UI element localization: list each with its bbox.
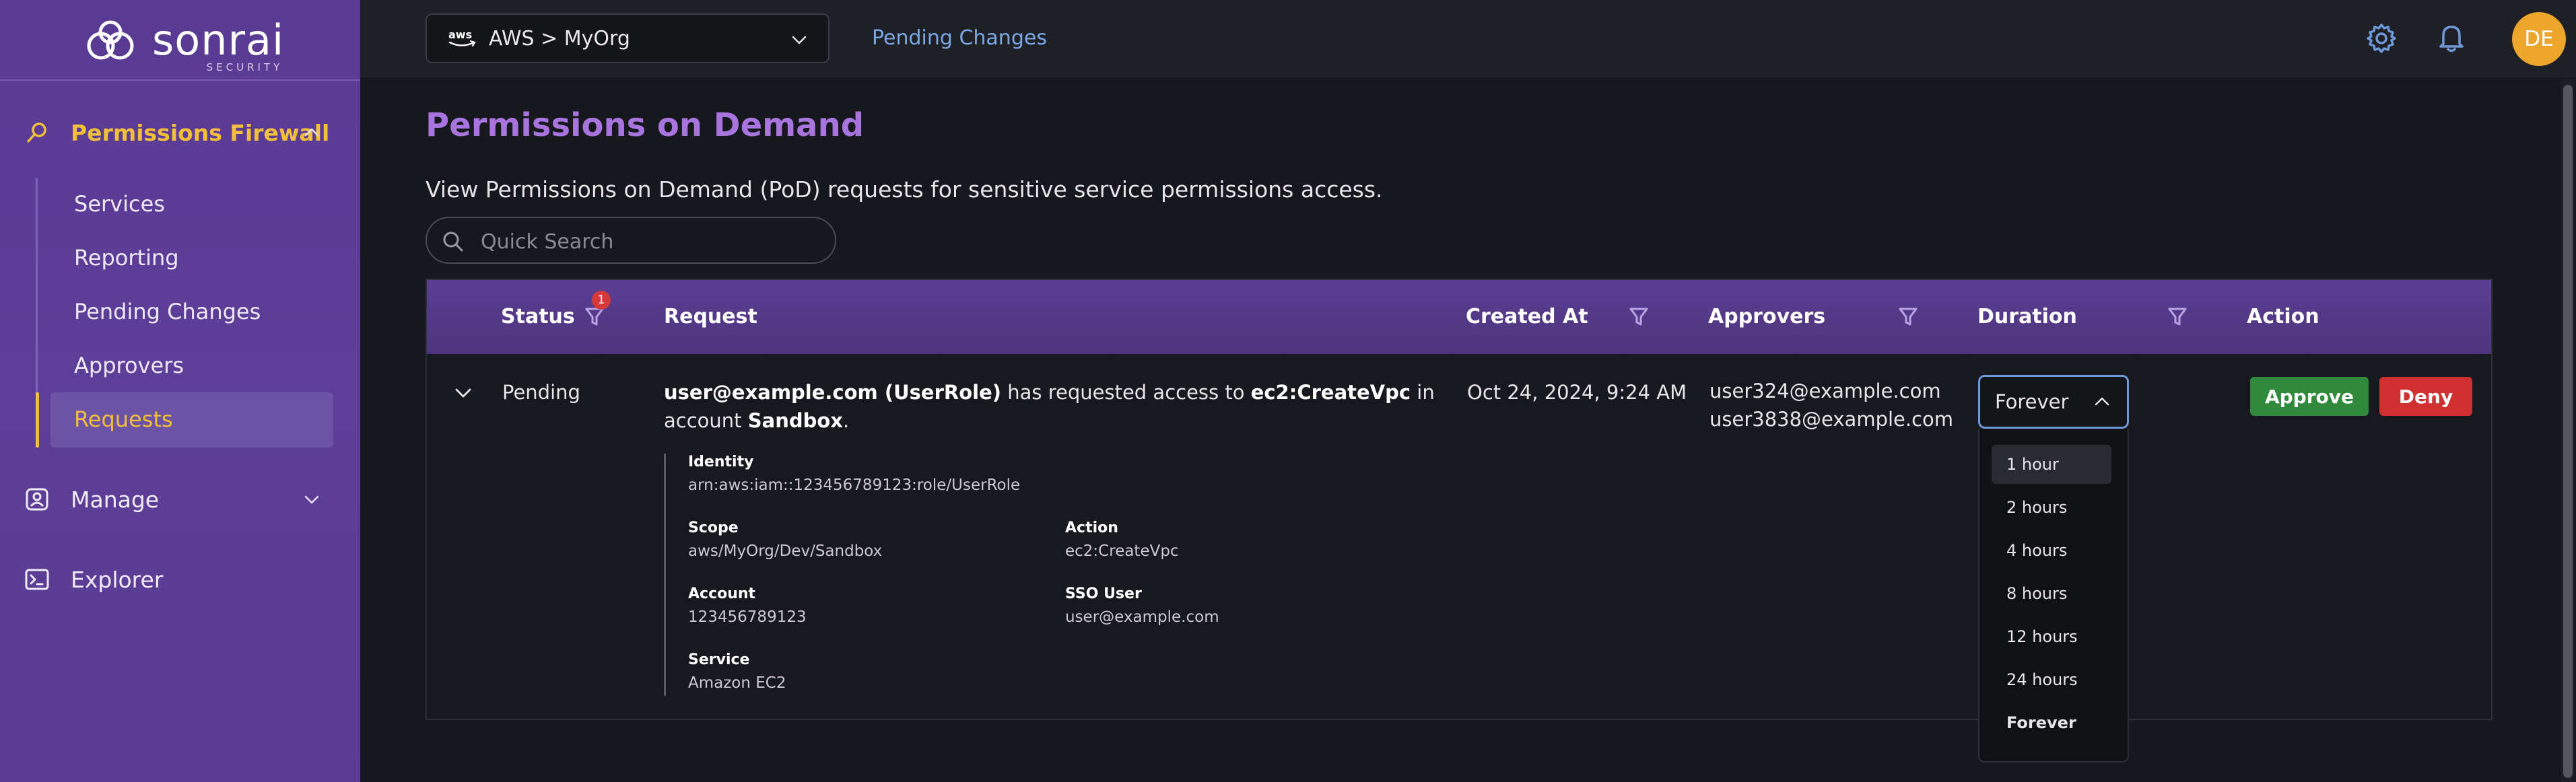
sidebar-item-reporting[interactable]: Reporting	[74, 241, 179, 275]
filter-icon[interactable]	[2166, 304, 2189, 328]
chevron-down-icon	[304, 495, 319, 504]
sidebar-item-services[interactable]: Services	[74, 187, 165, 221]
table-header: Status 1 Request Created At Approvers Du…	[427, 280, 2491, 354]
column-header-status[interactable]: Status	[501, 304, 575, 330]
detail-label-identity: Identity	[688, 454, 754, 470]
requests-table: Status 1 Request Created At Approvers Du…	[426, 279, 2493, 720]
chevron-down-icon	[792, 36, 807, 44]
duration-option[interactable]: 2 hours	[1992, 488, 2111, 527]
deny-button[interactable]: Deny	[2379, 377, 2472, 416]
page-description: View Permissions on Demand (PoD) request…	[426, 176, 1383, 203]
sidebar-item-pending-changes[interactable]: Pending Changes	[74, 295, 261, 328]
sidebar-section-manage[interactable]: Manage	[0, 476, 360, 523]
column-header-approvers[interactable]: Approvers	[1708, 304, 1825, 330]
duration-option[interactable]: 1 hour	[1992, 445, 2111, 484]
row-status: Pending	[502, 381, 580, 404]
detail-action: ec2:CreateVpc	[1065, 542, 1179, 560]
filter-icon[interactable]	[1897, 304, 1920, 328]
detail-label-sso-user: SSO User	[1065, 585, 1142, 602]
sidebar-section-label: Permissions Firewall	[71, 119, 330, 146]
bell-icon[interactable]	[2435, 21, 2468, 55]
detail-label-account: Account	[688, 585, 756, 602]
aws-logo-icon: aws	[448, 28, 476, 47]
request-account: Sandbox	[747, 409, 844, 432]
sidebar-divider	[0, 79, 360, 81]
column-header-action: Action	[2247, 305, 2319, 328]
row-approver: user324@example.com	[1709, 380, 1941, 402]
svg-text:aws: aws	[448, 28, 472, 41]
duration-selected-value: Forever	[1995, 390, 2069, 413]
detail-account: 123456789123	[688, 608, 807, 626]
column-header-request[interactable]: Request	[664, 304, 757, 330]
brand-logo[interactable]: sonrai SECURITY	[81, 15, 285, 73]
row-approver: user3838@example.com	[1709, 408, 1954, 431]
row-created-at: Oct 24, 2024, 9:24 AM	[1467, 381, 1687, 404]
terminal-icon	[25, 569, 49, 590]
detail-service: Amazon EC2	[688, 674, 786, 692]
chevron-up-icon	[2095, 397, 2109, 406]
duration-option[interactable]: 8 hours	[1992, 574, 2111, 613]
search-key-icon	[27, 122, 46, 143]
row-collapse-chevron-icon[interactable]	[451, 381, 475, 405]
id-badge-icon	[26, 488, 48, 511]
sidebar-section-explorer[interactable]: Explorer	[0, 556, 360, 603]
column-header-duration[interactable]: Duration	[1977, 304, 2077, 330]
detail-label-service: Service	[688, 651, 750, 668]
gear-icon[interactable]	[2365, 22, 2398, 55]
approve-button[interactable]: Approve	[2250, 377, 2369, 416]
column-header-created-at[interactable]: Created At	[1466, 304, 1588, 330]
filter-icon[interactable]	[1627, 304, 1650, 328]
sidebar-item-requests[interactable]: Requests	[74, 402, 173, 436]
request-user: user@example.com (UserRole)	[664, 381, 1002, 404]
detail-scope: aws/MyOrg/Dev/Sandbox	[688, 542, 883, 560]
duration-dropdown-menu: 1 hour 2 hours 4 hours 8 hours 12 hours …	[1978, 429, 2129, 762]
sidebar: sonrai SECURITY Permissions Firewall Ser…	[0, 0, 360, 782]
row-request-text: user@example.com (UserRole) has requeste…	[664, 381, 1435, 432]
scrollbar-thumb[interactable]	[2563, 85, 2573, 778]
search-input[interactable]	[479, 226, 819, 257]
detail-sso-user: user@example.com	[1065, 608, 1219, 626]
page-title: Permissions on Demand	[426, 106, 865, 144]
sidebar-section-label: Manage	[71, 486, 160, 513]
sidebar-active-indicator	[36, 392, 39, 448]
sonrai-logo-icon	[87, 20, 134, 59]
duration-option[interactable]: 4 hours	[1992, 531, 2111, 570]
details-divider	[664, 454, 666, 696]
user-avatar[interactable]: DE	[2512, 12, 2566, 66]
top-bar: aws AWS > MyOrg Pending Changes	[360, 0, 2576, 77]
sidebar-item-approvers[interactable]: Approvers	[74, 349, 184, 382]
duration-option[interactable]: Forever	[1992, 703, 2111, 742]
account-selector[interactable]: aws AWS > MyOrg	[426, 13, 829, 63]
request-permission: ec2:CreateVpc	[1250, 381, 1411, 404]
account-selector-label: AWS > MyOrg	[489, 27, 630, 50]
filter-count-badge: 1	[592, 291, 611, 310]
brand-sub: SECURITY	[206, 61, 283, 73]
pending-changes-link[interactable]: Pending Changes	[872, 25, 1047, 52]
chevron-up-icon	[304, 128, 319, 137]
sidebar-section-permissions-firewall[interactable]: Permissions Firewall	[0, 109, 360, 156]
brand-name: sonrai	[152, 15, 285, 65]
detail-label-scope: Scope	[688, 520, 739, 536]
quick-search[interactable]	[426, 217, 836, 264]
duration-option[interactable]: 12 hours	[1992, 617, 2111, 656]
duration-select[interactable]: Forever	[1978, 375, 2129, 429]
detail-label-action: Action	[1065, 520, 1118, 536]
duration-option[interactable]: 24 hours	[1992, 660, 2111, 699]
sidebar-section-label: Explorer	[71, 566, 164, 593]
detail-identity: arn:aws:iam::123456789123:role/UserRole	[688, 476, 1021, 494]
search-icon	[443, 232, 463, 252]
